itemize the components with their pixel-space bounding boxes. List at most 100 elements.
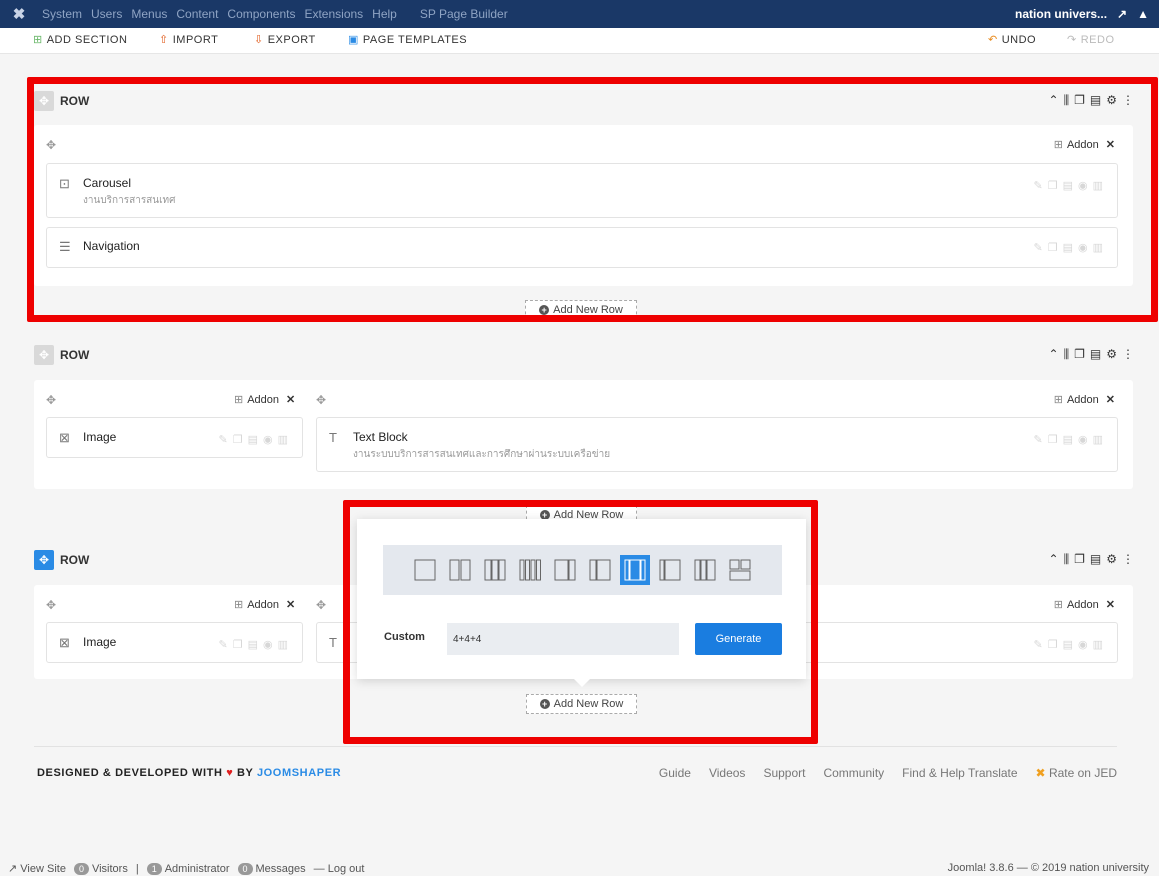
add-addon-link[interactable]: ⊞ Addon ✕: [234, 598, 295, 612]
external-link-icon[interactable]: ↗: [1117, 7, 1127, 21]
joomla-icon: ✖: [1035, 766, 1046, 780]
add-addon-icon: ⊞: [234, 599, 244, 611]
trash-icon[interactable]: ▥: [278, 638, 288, 651]
import-button[interactable]: ⇧ IMPORT: [159, 33, 218, 47]
row-body: ✥ ⊞ Addon ✕ ✥ ⊞ Addon ✕ ⊠ Image ✎ ❐ ▤ ◉ …: [34, 380, 1133, 489]
site-name-link[interactable]: nation univers...: [1015, 7, 1107, 21]
settings-icon[interactable]: ⚙: [1106, 347, 1117, 362]
menu-menus[interactable]: Menus: [131, 7, 167, 21]
column-move-icon[interactable]: ✥: [316, 393, 326, 407]
copy-icon[interactable]: ❐: [1074, 552, 1085, 567]
addon-tools: ✎ ❐ ▤ ◉ ▥: [1033, 638, 1103, 651]
status-bar: ↗ View Site 0 Visitors | 1 Administrator 0…: [0, 862, 1159, 876]
translate-link[interactable]: Find & Help Translate: [902, 766, 1017, 780]
addon-image[interactable]: ⊠ Image ✎ ❐ ▤ ◉ ▥: [46, 417, 303, 458]
save-icon[interactable]: ▤: [248, 638, 258, 651]
menu-users[interactable]: Users: [91, 7, 122, 21]
addon-image[interactable]: ⊠ Image ✎ ❐ ▤ ◉ ▥: [46, 622, 303, 663]
add-addon-icon: ⊞: [1053, 599, 1063, 611]
columns-icon[interactable]: ⫼: [1064, 347, 1070, 362]
upload-icon: ⇧: [159, 34, 169, 46]
copy-icon[interactable]: ❐: [1074, 347, 1085, 362]
edit-icon[interactable]: ✎: [1033, 638, 1042, 651]
addon-title: Image: [83, 635, 117, 649]
move-handle-icon[interactable]: ✥: [34, 550, 54, 570]
user-icon[interactable]: ▲: [1137, 7, 1149, 21]
trash-icon[interactable]: ▥: [278, 433, 288, 446]
addon-tools: ✎ ❐ ▤ ◉ ▥: [218, 638, 288, 651]
undo-icon: ↶: [988, 34, 998, 46]
view-site-link[interactable]: ↗ View Site: [8, 862, 66, 875]
designed-by: DESIGNED & DEVELOPED WITH ♥ BY JOOMSHAPE…: [37, 767, 342, 779]
columns-icon[interactable]: ⫼: [1064, 552, 1070, 567]
trash-icon[interactable]: ▥: [1093, 433, 1103, 446]
copy-icon[interactable]: ❐: [233, 638, 243, 651]
more-icon[interactable]: ⋮: [1122, 552, 1134, 567]
highlight-box: [343, 500, 818, 744]
row-tools: ⌃ ⫼ ❐ ▤ ⚙ ⋮: [1049, 552, 1134, 567]
column-move-icon[interactable]: ✥: [316, 598, 326, 612]
collapse-icon[interactable]: ⌃: [1049, 552, 1059, 567]
save-icon[interactable]: ▤: [1063, 638, 1073, 651]
add-section-button[interactable]: ⊞ ADD SECTION: [33, 33, 127, 47]
eye-icon[interactable]: ◉: [1078, 433, 1088, 446]
undo-button[interactable]: ↶ UNDO: [988, 33, 1036, 47]
menu-extensions[interactable]: Extensions: [304, 7, 363, 21]
add-addon-link[interactable]: ⊞ Addon ✕: [1053, 598, 1115, 612]
addon-title: Text Block: [353, 430, 408, 444]
more-icon[interactable]: ⋮: [1122, 347, 1134, 362]
addon-tools: ✎ ❐ ▤ ◉ ▥: [218, 433, 288, 446]
builder-toolbar: ⊞ ADD SECTION ⇧ IMPORT ⇩ EXPORT ▣ PAGE T…: [0, 28, 1159, 54]
edit-icon[interactable]: ✎: [218, 433, 227, 446]
wrench-icon[interactable]: ✕: [286, 598, 295, 611]
collapse-icon[interactable]: ⌃: [1049, 347, 1059, 362]
addon-text-block[interactable]: T Text Block งานระบบบริการสารสนเทศและการ…: [316, 417, 1118, 472]
save-icon[interactable]: ▤: [1090, 552, 1101, 567]
community-link[interactable]: Community: [823, 766, 884, 780]
add-addon-link[interactable]: ⊞ Addon ✕: [234, 393, 295, 407]
trash-icon[interactable]: ▥: [1093, 638, 1103, 651]
add-section-icon: ⊞: [33, 34, 43, 46]
wrench-icon[interactable]: ✕: [1106, 393, 1115, 406]
menu-help[interactable]: Help: [372, 7, 397, 21]
joomshaper-link[interactable]: JOOMSHAPER: [257, 767, 341, 779]
save-icon[interactable]: ▤: [248, 433, 258, 446]
move-handle-icon[interactable]: ✥: [34, 345, 54, 365]
copy-icon[interactable]: ❐: [233, 433, 243, 446]
save-icon[interactable]: ▤: [1090, 347, 1101, 362]
row-tools: ⌃ ⫼ ❐ ▤ ⚙ ⋮: [1049, 347, 1134, 362]
edit-icon[interactable]: ✎: [218, 638, 227, 651]
copy-icon[interactable]: ❐: [1048, 638, 1058, 651]
wrench-icon[interactable]: ✕: [1106, 598, 1115, 611]
menu-system[interactable]: System: [42, 7, 82, 21]
guide-link[interactable]: Guide: [659, 766, 691, 780]
redo-button[interactable]: ↷ REDO: [1067, 33, 1115, 47]
add-addon-link[interactable]: ⊞ Addon ✕: [1054, 393, 1115, 407]
footer-divider: [34, 746, 1117, 747]
addon-subtitle: งานระบบบริการสารสนเทศและการศึกษาผ่านระบบ…: [353, 449, 611, 460]
support-link[interactable]: Support: [763, 766, 805, 780]
menu-sp-page-builder[interactable]: SP Page Builder: [420, 7, 508, 21]
videos-link[interactable]: Videos: [709, 766, 745, 780]
eye-icon[interactable]: ◉: [1078, 638, 1088, 651]
wrench-icon[interactable]: ✕: [286, 393, 295, 406]
admin-status: 1 Administrator: [146, 862, 230, 875]
page-templates-button[interactable]: ▣ PAGE TEMPLATES: [348, 33, 467, 47]
menu-components[interactable]: Components: [227, 7, 295, 21]
messages-link[interactable]: 0 Messages: [237, 862, 306, 875]
admin-menubar: ✖ System Users Menus Content Components …: [0, 0, 1159, 28]
eye-icon[interactable]: ◉: [263, 433, 273, 446]
export-button[interactable]: ⇩ EXPORT: [254, 33, 316, 47]
joomla-logo-icon[interactable]: ✖: [8, 5, 30, 23]
eye-icon[interactable]: ◉: [263, 638, 273, 651]
save-icon[interactable]: ▤: [1063, 433, 1073, 446]
logout-link[interactable]: — Log out: [314, 863, 365, 875]
column-move-icon[interactable]: ✥: [46, 393, 56, 407]
rate-on-jed-link[interactable]: ✖ Rate on JED: [1036, 766, 1117, 780]
copy-icon[interactable]: ❐: [1048, 433, 1058, 446]
footer-links: Guide Videos Support Community Find & He…: [659, 766, 1117, 780]
menu-content[interactable]: Content: [176, 7, 218, 21]
settings-icon[interactable]: ⚙: [1106, 552, 1117, 567]
column-move-icon[interactable]: ✥: [46, 598, 56, 612]
edit-icon[interactable]: ✎: [1033, 433, 1042, 446]
